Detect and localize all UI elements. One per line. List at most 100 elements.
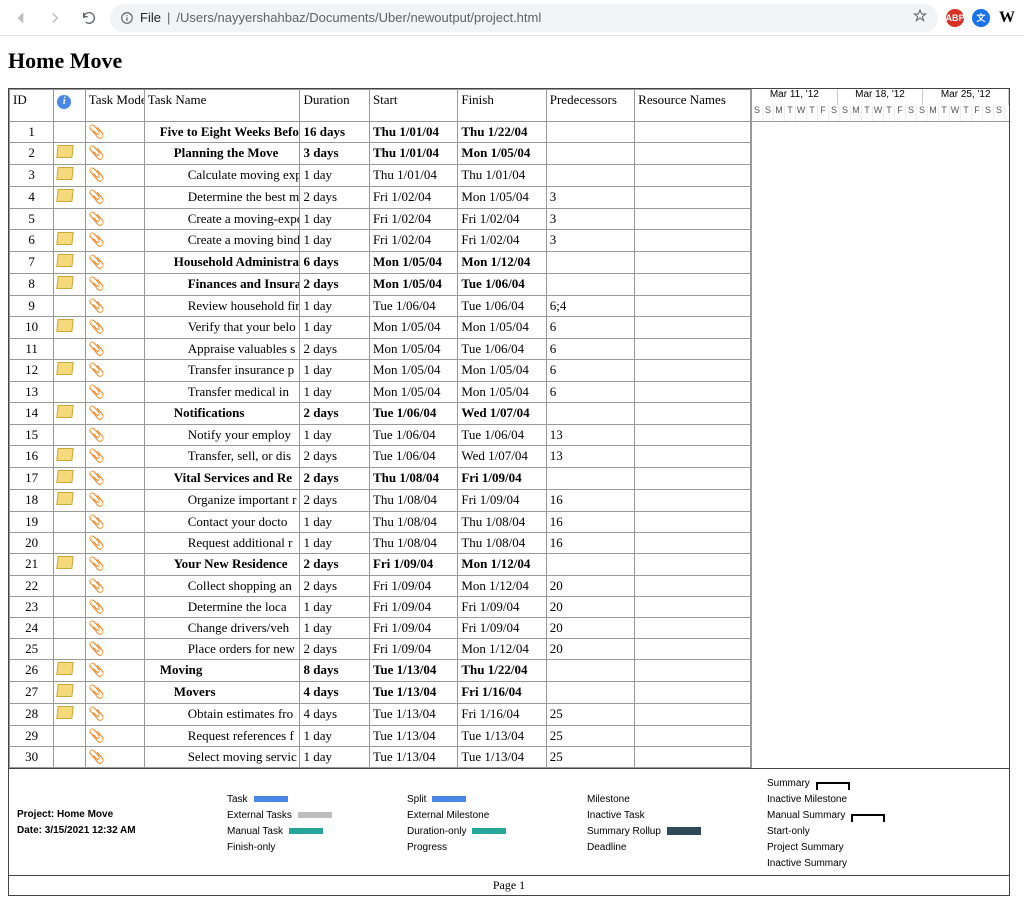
table-row[interactable]: 25Place orders for new2 daysFri 1/09/04M…: [10, 639, 751, 660]
cell-finish[interactable]: Tue 1/06/04: [458, 425, 546, 446]
cell-info[interactable]: [54, 143, 86, 165]
cell-start[interactable]: Thu 1/08/04: [369, 490, 457, 512]
table-row[interactable]: 3Calculate moving exp1 dayThu 1/01/04Thu…: [10, 165, 751, 187]
cell-start[interactable]: Fri 1/09/04: [369, 597, 457, 618]
cell-finish[interactable]: Mon 1/05/04: [458, 382, 546, 403]
cell-name[interactable]: Create a moving-expe: [144, 209, 300, 230]
cell-duration[interactable]: 1 day: [300, 382, 369, 403]
cell-finish[interactable]: Tue 1/13/04: [458, 747, 546, 768]
cell-start[interactable]: Mon 1/05/04: [369, 274, 457, 296]
cell-duration[interactable]: 1 day: [300, 512, 369, 533]
cell-info[interactable]: [54, 446, 86, 468]
cell-start[interactable]: Tue 1/06/04: [369, 296, 457, 317]
cell-pred[interactable]: 25: [546, 726, 634, 747]
cell-name[interactable]: Review household fin: [144, 296, 300, 317]
cell-finish[interactable]: Thu 1/01/04: [458, 165, 546, 187]
cell-res[interactable]: [635, 747, 751, 768]
cell-res[interactable]: [635, 122, 751, 143]
cell-id[interactable]: 6: [10, 230, 54, 252]
cell-pred[interactable]: 13: [546, 425, 634, 446]
cell-mode[interactable]: [85, 122, 144, 143]
cell-duration[interactable]: 2 days: [300, 187, 369, 209]
table-row[interactable]: 14Notifications2 daysTue 1/06/04Wed 1/07…: [10, 403, 751, 425]
cell-name[interactable]: Determine the best m: [144, 187, 300, 209]
cell-mode[interactable]: [85, 468, 144, 490]
cell-mode[interactable]: [85, 533, 144, 554]
cell-pred[interactable]: 6;4: [546, 296, 634, 317]
cell-pred[interactable]: [546, 468, 634, 490]
table-row[interactable]: 15Notify your employ1 dayTue 1/06/04Tue …: [10, 425, 751, 446]
timeline-body[interactable]: [752, 122, 1009, 662]
cell-finish[interactable]: Fri 1/09/04: [458, 468, 546, 490]
cell-finish[interactable]: Mon 1/05/04: [458, 187, 546, 209]
cell-pred[interactable]: [546, 143, 634, 165]
cell-res[interactable]: [635, 252, 751, 274]
cell-start[interactable]: Mon 1/05/04: [369, 252, 457, 274]
cell-duration[interactable]: 3 days: [300, 143, 369, 165]
cell-pred[interactable]: 25: [546, 704, 634, 726]
cell-id[interactable]: 8: [10, 274, 54, 296]
cell-mode[interactable]: [85, 230, 144, 252]
cell-res[interactable]: [635, 704, 751, 726]
cell-duration[interactable]: 8 days: [300, 660, 369, 682]
cell-id[interactable]: 14: [10, 403, 54, 425]
cell-pred[interactable]: [546, 252, 634, 274]
table-row[interactable]: 19Contact your docto1 dayThu 1/08/04Thu …: [10, 512, 751, 533]
cell-pred[interactable]: [546, 274, 634, 296]
cell-name[interactable]: Appraise valuables s: [144, 339, 300, 360]
cell-name[interactable]: Planning the Move: [144, 143, 300, 165]
cell-res[interactable]: [635, 339, 751, 360]
address-bar[interactable]: File | /Users/nayyershahbaz/Documents/Ub…: [110, 4, 938, 32]
cell-name[interactable]: Create a moving bind: [144, 230, 300, 252]
cell-finish[interactable]: Mon 1/12/04: [458, 252, 546, 274]
cell-name[interactable]: Transfer medical in: [144, 382, 300, 403]
cell-mode[interactable]: [85, 704, 144, 726]
cell-info[interactable]: [54, 209, 86, 230]
cell-name[interactable]: Request references f: [144, 726, 300, 747]
cell-id[interactable]: 24: [10, 618, 54, 639]
cell-info[interactable]: [54, 230, 86, 252]
cell-id[interactable]: 25: [10, 639, 54, 660]
table-row[interactable]: 29Request references f1 dayTue 1/13/04Tu…: [10, 726, 751, 747]
cell-start[interactable]: Thu 1/08/04: [369, 533, 457, 554]
cell-finish[interactable]: Mon 1/12/04: [458, 576, 546, 597]
cell-id[interactable]: 17: [10, 468, 54, 490]
cell-duration[interactable]: 2 days: [300, 339, 369, 360]
cell-start[interactable]: Thu 1/08/04: [369, 512, 457, 533]
cell-pred[interactable]: 6: [546, 382, 634, 403]
cell-name[interactable]: Contact your docto: [144, 512, 300, 533]
table-row[interactable]: 17Vital Services and Re2 daysThu 1/08/04…: [10, 468, 751, 490]
cell-pred[interactable]: 3: [546, 209, 634, 230]
cell-mode[interactable]: [85, 682, 144, 704]
cell-finish[interactable]: Fri 1/02/04: [458, 230, 546, 252]
cell-name[interactable]: Finances and Insuran: [144, 274, 300, 296]
cell-duration[interactable]: 2 days: [300, 639, 369, 660]
cell-finish[interactable]: Mon 1/05/04: [458, 360, 546, 382]
cell-pred[interactable]: 16: [546, 490, 634, 512]
cell-name[interactable]: Five to Eight Weeks Befo: [144, 122, 300, 143]
cell-mode[interactable]: [85, 660, 144, 682]
cell-info[interactable]: [54, 533, 86, 554]
cell-pred[interactable]: 6: [546, 339, 634, 360]
cell-name[interactable]: Request additional r: [144, 533, 300, 554]
extension-abp-icon[interactable]: ABP: [946, 9, 964, 27]
cell-mode[interactable]: [85, 576, 144, 597]
cell-id[interactable]: 3: [10, 165, 54, 187]
cell-id[interactable]: 10: [10, 317, 54, 339]
cell-id[interactable]: 29: [10, 726, 54, 747]
cell-duration[interactable]: 2 days: [300, 274, 369, 296]
cell-pred[interactable]: 20: [546, 618, 634, 639]
cell-mode[interactable]: [85, 618, 144, 639]
cell-mode[interactable]: [85, 274, 144, 296]
cell-pred[interactable]: [546, 403, 634, 425]
cell-finish[interactable]: Thu 1/08/04: [458, 512, 546, 533]
cell-mode[interactable]: [85, 143, 144, 165]
cell-res[interactable]: [635, 274, 751, 296]
cell-info[interactable]: [54, 512, 86, 533]
cell-res[interactable]: [635, 682, 751, 704]
cell-pred[interactable]: 16: [546, 533, 634, 554]
cell-finish[interactable]: Mon 1/12/04: [458, 639, 546, 660]
cell-start[interactable]: Fri 1/02/04: [369, 230, 457, 252]
col-id[interactable]: ID: [10, 90, 54, 122]
cell-res[interactable]: [635, 143, 751, 165]
